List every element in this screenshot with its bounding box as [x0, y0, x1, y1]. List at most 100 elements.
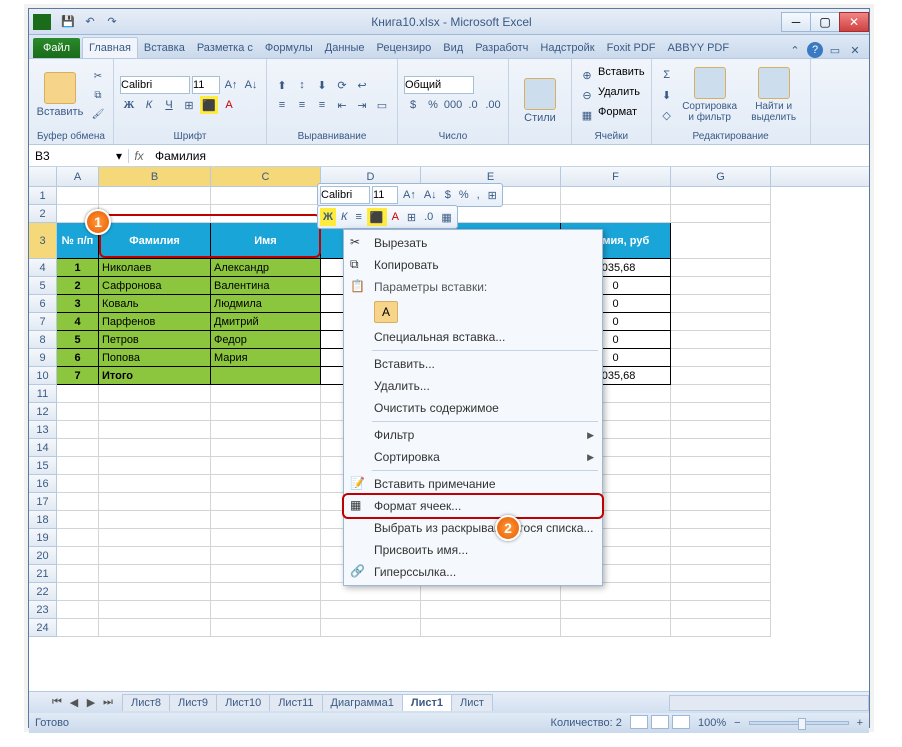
cell[interactable] [671, 385, 771, 403]
tab-review[interactable]: Рецензиро [371, 38, 438, 58]
cell[interactable]: Николаев [99, 259, 211, 277]
cell[interactable] [671, 223, 771, 259]
cell[interactable] [57, 385, 99, 403]
cell[interactable] [99, 187, 211, 205]
maximize-button[interactable]: ▢ [810, 12, 840, 32]
cell[interactable]: 1 [57, 259, 99, 277]
paste-option-icon[interactable]: A [374, 301, 398, 323]
cell[interactable] [211, 367, 321, 385]
row-header[interactable]: 17 [29, 493, 57, 511]
close-button[interactable]: ✕ [839, 12, 869, 32]
fill-color-button[interactable]: ⬛ [200, 96, 218, 114]
cell[interactable] [57, 583, 99, 601]
cell[interactable] [57, 403, 99, 421]
help-icon[interactable]: ? [807, 42, 823, 58]
cell[interactable]: Итого [99, 367, 211, 385]
tab-nav-prev-icon[interactable]: ◀ [66, 695, 82, 711]
minimize-ribbon-icon[interactable]: ⌃ [787, 42, 803, 58]
cell[interactable] [211, 205, 321, 223]
row-header[interactable]: 2 [29, 205, 57, 223]
cell[interactable] [671, 493, 771, 511]
underline-button[interactable]: Ч [160, 96, 178, 114]
row-header[interactable]: 8 [29, 331, 57, 349]
menu-insert[interactable]: Вставить... [344, 353, 602, 375]
cell[interactable] [671, 583, 771, 601]
align-left-icon[interactable]: ≡ [273, 96, 291, 114]
row-header[interactable]: 11 [29, 385, 57, 403]
decrease-decimal-icon[interactable]: .00 [484, 96, 502, 114]
cell[interactable] [671, 313, 771, 331]
fill-icon[interactable]: ⬇ [658, 86, 676, 104]
view-normal-icon[interactable] [630, 715, 648, 729]
cell[interactable] [57, 421, 99, 439]
border-button[interactable]: ⊞ [180, 96, 198, 114]
cell[interactable] [561, 619, 671, 637]
sort-filter-button[interactable]: Сортировка и фильтр [680, 67, 740, 123]
cell[interactable]: Людмила [211, 295, 321, 313]
cell[interactable] [99, 493, 211, 511]
cell[interactable] [671, 511, 771, 529]
mini-decrease-font-icon[interactable]: A↓ [421, 186, 440, 204]
cell[interactable] [671, 565, 771, 583]
formula-input[interactable]: Фамилия [149, 149, 869, 163]
cell[interactable] [99, 439, 211, 457]
clear-icon[interactable]: ◇ [658, 106, 676, 124]
cell[interactable]: Петров [99, 331, 211, 349]
cell[interactable] [321, 601, 421, 619]
tab-insert[interactable]: Вставка [138, 38, 191, 58]
cell[interactable] [561, 601, 671, 619]
file-tab[interactable]: Файл [33, 38, 80, 58]
tab-nav-last-icon[interactable]: ⏭ [100, 695, 116, 711]
cell[interactable] [99, 529, 211, 547]
align-bottom-icon[interactable]: ⬇ [313, 76, 331, 94]
cell[interactable] [211, 547, 321, 565]
cell[interactable] [671, 529, 771, 547]
tab-abbyy[interactable]: ABBYY PDF [662, 38, 736, 58]
tab-nav-next-icon[interactable]: ▶ [83, 695, 99, 711]
cell[interactable] [671, 205, 771, 223]
cell[interactable] [99, 511, 211, 529]
sheet-tab[interactable]: Диаграмма1 [322, 694, 403, 711]
cell[interactable]: Сафронова [99, 277, 211, 295]
cell[interactable] [671, 601, 771, 619]
fx-icon[interactable]: fx [129, 149, 149, 163]
tab-home[interactable]: Главная [82, 37, 138, 58]
cell[interactable] [99, 403, 211, 421]
row-header[interactable]: 24 [29, 619, 57, 637]
merge-icon[interactable]: ▭ [373, 96, 391, 114]
autosum-icon[interactable]: Σ [658, 66, 676, 84]
row-header[interactable]: 18 [29, 511, 57, 529]
align-top-icon[interactable]: ⬆ [273, 76, 291, 94]
redo-icon[interactable]: ↷ [103, 13, 121, 31]
ribbon-restore-icon[interactable]: ▭ [827, 42, 843, 58]
cell[interactable] [671, 403, 771, 421]
cell[interactable] [57, 565, 99, 583]
row-header[interactable]: 20 [29, 547, 57, 565]
mini-fill-icon[interactable]: ⬛ [367, 208, 387, 226]
cell[interactable] [211, 403, 321, 421]
row-header[interactable]: 23 [29, 601, 57, 619]
row-header[interactable]: 14 [29, 439, 57, 457]
cell[interactable] [671, 277, 771, 295]
cell[interactable] [99, 475, 211, 493]
tab-data[interactable]: Данные [319, 38, 371, 58]
tab-addins[interactable]: Надстройк [534, 38, 600, 58]
cell[interactable]: 7 [57, 367, 99, 385]
cell[interactable] [57, 619, 99, 637]
mini-format-icon[interactable]: ▦ [438, 208, 454, 226]
delete-cells-icon[interactable]: ⊖ [578, 86, 596, 104]
cell[interactable]: 4 [57, 313, 99, 331]
decrease-font-icon[interactable]: A↓ [242, 76, 260, 94]
row-header[interactable]: 16 [29, 475, 57, 493]
cell[interactable] [671, 187, 771, 205]
orientation-icon[interactable]: ⟳ [333, 76, 351, 94]
cell[interactable]: Дмитрий [211, 313, 321, 331]
styles-button[interactable]: Стили [515, 78, 565, 124]
cell[interactable]: Попова [99, 349, 211, 367]
cell[interactable] [57, 529, 99, 547]
select-all-corner[interactable] [29, 167, 57, 186]
cell[interactable] [57, 601, 99, 619]
cell[interactable] [671, 439, 771, 457]
col-header[interactable]: A [57, 167, 99, 186]
insert-cells-icon[interactable]: ⊕ [578, 66, 596, 84]
